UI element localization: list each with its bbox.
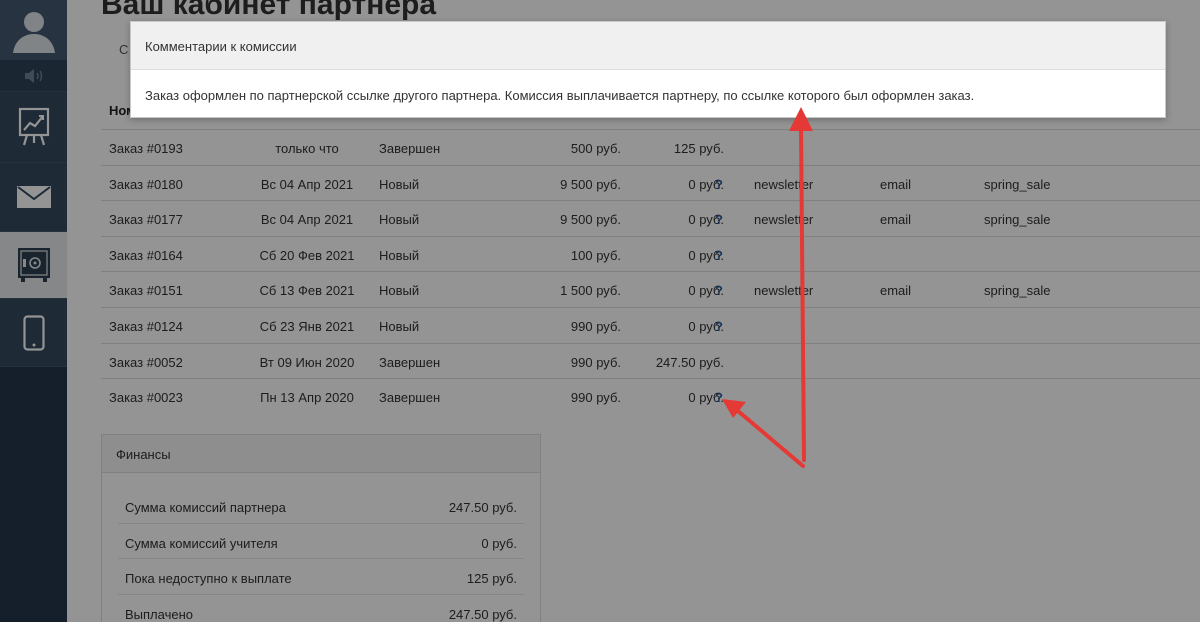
modal-body-text: Заказ оформлен по партнерской ссылке дру… bbox=[145, 88, 975, 103]
modal-title: Комментарии к комиссии bbox=[131, 22, 1165, 70]
commission-comment-modal: Комментарии к комиссии Заказ оформлен по… bbox=[130, 21, 1166, 118]
